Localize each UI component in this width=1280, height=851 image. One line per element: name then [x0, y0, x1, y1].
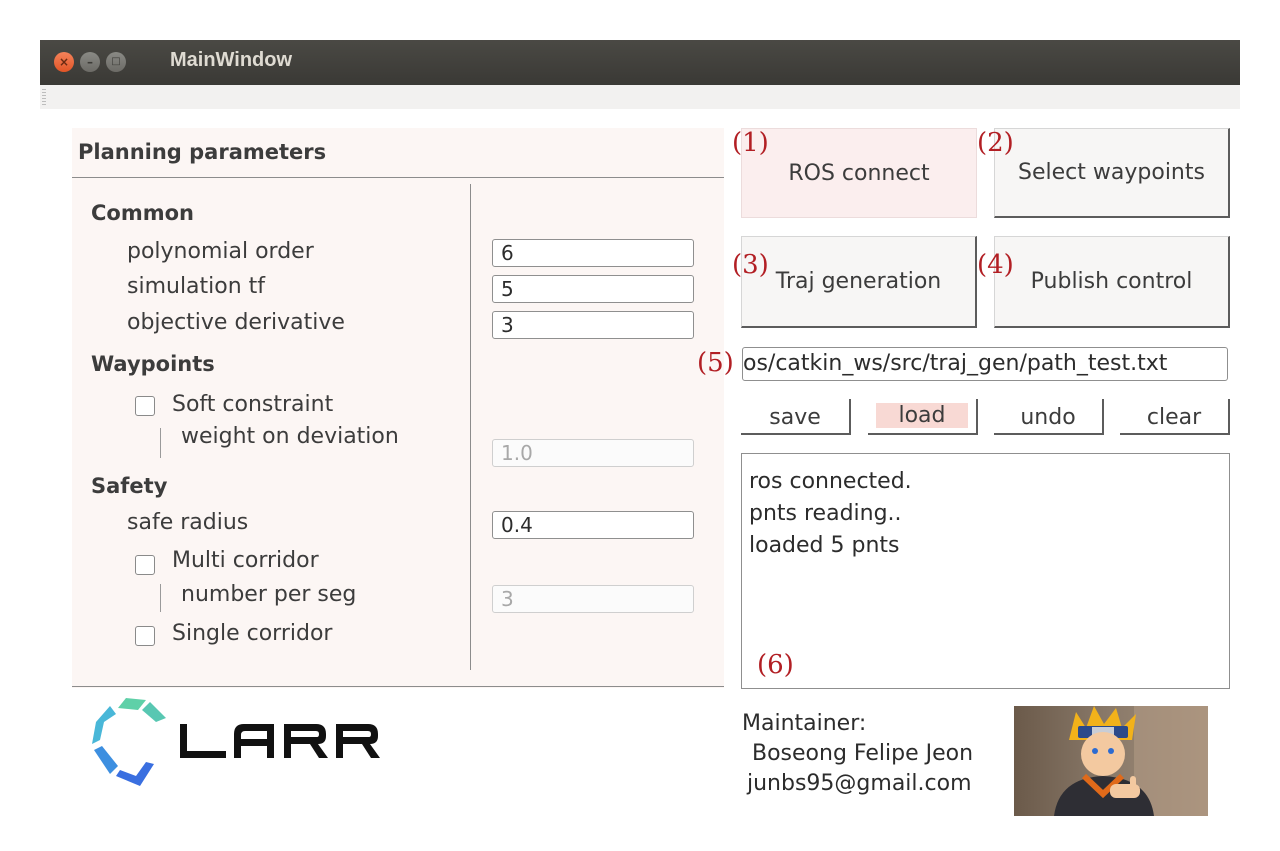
load-label: load	[876, 403, 968, 428]
weight-on-deviation-label: weight on deviation	[181, 424, 399, 449]
minimize-icon: –	[87, 55, 93, 69]
log-output[interactable]: ros connected. pnts reading.. loaded 5 p…	[741, 453, 1230, 689]
clear-button[interactable]: clear	[1120, 399, 1230, 435]
undo-button[interactable]: undo	[994, 399, 1104, 435]
annotation-1: (1)	[732, 128, 769, 158]
maintainer-label: Maintainer:	[742, 711, 867, 736]
maximize-window-button[interactable]: □	[106, 52, 126, 72]
load-button[interactable]: load	[868, 399, 978, 435]
panel-bottom-divider	[72, 686, 724, 687]
close-window-button[interactable]: ×	[54, 52, 74, 72]
larr-logo	[88, 692, 408, 792]
window-title: MainWindow	[170, 49, 293, 71]
single-corridor-label: Single corridor	[172, 621, 333, 646]
simulation-tf-input[interactable]	[492, 275, 694, 303]
weight-on-deviation-input	[492, 439, 694, 467]
larr-logo-icon	[92, 698, 380, 786]
maximize-icon: □	[111, 56, 121, 67]
log-line: loaded 5 pnts	[749, 533, 900, 558]
log-line: pnts reading..	[749, 501, 902, 526]
annotation-4: (4)	[977, 250, 1014, 280]
safety-heading: Safety	[91, 474, 168, 498]
toolbar	[40, 85, 1240, 109]
objective-derivative-label: objective derivative	[127, 310, 345, 335]
number-per-seg-label: number per seg	[181, 582, 357, 607]
safe-radius-input[interactable]	[492, 511, 694, 539]
waypoints-heading: Waypoints	[91, 352, 215, 376]
traj-generation-button[interactable]: Traj generation	[741, 236, 977, 328]
clear-label: clear	[1146, 405, 1202, 430]
objective-derivative-input[interactable]	[492, 311, 694, 339]
traj-generation-label: Traj generation	[775, 269, 942, 294]
tree-connector	[160, 428, 161, 458]
annotation-2: (2)	[977, 128, 1014, 158]
minimize-window-button[interactable]: –	[80, 52, 100, 72]
panel-vertical-divider	[470, 184, 471, 670]
avatar-image-icon	[1014, 706, 1208, 816]
panel-title: Planning parameters	[78, 140, 327, 164]
publish-control-label: Publish control	[1030, 269, 1193, 294]
polynomial-order-label: polynomial order	[127, 239, 314, 264]
log-line: ros connected.	[749, 469, 912, 494]
title-bar: × – □ MainWindow	[40, 40, 1240, 85]
common-heading: Common	[91, 201, 194, 225]
annotation-5: (5)	[697, 348, 734, 378]
safe-radius-label: safe radius	[127, 510, 249, 535]
ros-connect-button[interactable]: ROS connect	[741, 128, 977, 218]
simulation-tf-label: simulation tf	[127, 274, 266, 299]
annotation-6: (6)	[757, 650, 794, 680]
publish-control-button[interactable]: Publish control	[994, 236, 1230, 328]
tree-connector	[160, 584, 161, 612]
panel-top-divider	[72, 177, 724, 178]
maintainer-avatar	[1014, 706, 1208, 816]
annotation-3: (3)	[732, 250, 769, 280]
path-value: os/catkin_ws/src/traj_gen/path_test.txt	[743, 351, 1168, 376]
path-input[interactable]: os/catkin_ws/src/traj_gen/path_test.txt	[742, 347, 1228, 381]
single-corridor-checkbox[interactable]	[135, 626, 155, 646]
maintainer-name: Boseong Felipe Jeon	[745, 741, 974, 766]
polynomial-order-input[interactable]	[492, 239, 694, 267]
select-waypoints-label: Select waypoints	[1018, 160, 1205, 185]
save-button[interactable]: save	[741, 399, 851, 435]
ros-connect-label: ROS connect	[788, 160, 930, 186]
close-icon: ×	[58, 55, 70, 69]
soft-constraint-checkbox[interactable]	[135, 396, 155, 416]
save-label: save	[769, 405, 821, 430]
number-per-seg-input	[492, 585, 694, 613]
toolbar-grip-icon[interactable]	[42, 89, 46, 105]
multi-corridor-checkbox[interactable]	[135, 555, 155, 575]
maintainer-email: junbs95@gmail.com	[747, 771, 972, 796]
multi-corridor-label: Multi corridor	[172, 548, 319, 573]
select-waypoints-button[interactable]: Select waypoints	[994, 128, 1230, 218]
soft-constraint-label: Soft constraint	[172, 392, 334, 417]
undo-label: undo	[1020, 405, 1076, 430]
